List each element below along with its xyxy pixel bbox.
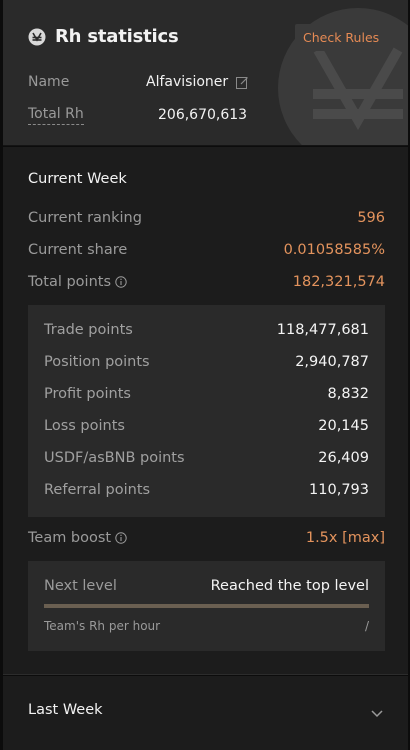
current-ranking-label: Current ranking <box>28 210 142 226</box>
total-points-label: Total points <box>28 274 112 290</box>
list-item: Position points 2,940,787 <box>44 354 369 370</box>
loss-points-label: Loss points <box>44 418 125 434</box>
chevron-down-icon[interactable] <box>370 706 384 720</box>
loss-points-value: 20,145 <box>318 418 369 434</box>
referral-points-value: 110,793 <box>309 482 369 498</box>
info-icon[interactable] <box>115 532 127 544</box>
header: Rh statistics Check Rules Name Alfavisio… <box>3 0 408 146</box>
last-week-label: Last Week <box>28 702 103 718</box>
list-item: Trade points 118,477,681 <box>44 322 369 338</box>
total-points-row: Total points 182,321,574 <box>28 274 385 290</box>
aster-logo-icon <box>28 28 46 45</box>
current-share-value: 0.01058585% <box>283 242 385 258</box>
team-boost-label: Team boost <box>28 530 112 546</box>
list-item: USDF/asBNB points 26,409 <box>44 450 369 466</box>
next-level-value: Reached the top level <box>210 578 369 594</box>
level-progress-bar <box>44 604 369 608</box>
current-week-title: Current Week <box>28 171 127 187</box>
total-points-label-wrap: Total points <box>28 274 127 290</box>
next-level-label: Next level <box>44 578 117 594</box>
team-boost-value: 1.5x [max] <box>305 530 385 546</box>
total-points-value: 182,321,574 <box>292 274 385 290</box>
position-points-label: Position points <box>44 354 150 370</box>
next-level-row: Next level Reached the top level <box>44 578 369 594</box>
rh-statistics-panel: Rh statistics Check Rules Name Alfavisio… <box>3 0 408 750</box>
current-share-label: Current share <box>28 242 128 258</box>
title-row: Rh statistics <box>28 26 179 47</box>
points-breakdown: Trade points 118,477,681 Position points… <box>28 305 385 517</box>
edit-icon[interactable] <box>236 76 249 89</box>
list-item: Referral points 110,793 <box>44 482 369 498</box>
last-week-section[interactable]: Last Week <box>3 676 408 750</box>
total-rh-label[interactable]: Total Rh <box>28 106 84 125</box>
referral-points-label: Referral points <box>44 482 151 498</box>
trade-points-label: Trade points <box>44 322 133 338</box>
team-boost-row: Team boost 1.5x [max] <box>28 530 385 546</box>
trade-points-value: 118,477,681 <box>276 322 369 338</box>
team-rh-value: / <box>364 619 369 633</box>
usdf-points-label: USDF/asBNB points <box>44 450 185 466</box>
list-item: Profit points 8,832 <box>44 386 369 402</box>
name-value-row: Alfavisioner <box>146 74 249 90</box>
level-box: Next level Reached the top level Team's … <box>28 561 385 651</box>
check-rules-button[interactable]: Check Rules <box>295 24 388 51</box>
position-points-value: 2,940,787 <box>295 354 369 370</box>
current-week-section: Current Week Current ranking 596 Current… <box>3 147 408 675</box>
name-value: Alfavisioner <box>146 74 229 90</box>
team-boost-label-wrap: Team boost <box>28 530 127 546</box>
total-rh-value: 206,670,613 <box>158 107 248 123</box>
name-label: Name <box>28 74 70 90</box>
profit-points-label: Profit points <box>44 386 131 402</box>
team-rh-label: Team's Rh per hour <box>44 619 161 633</box>
current-ranking-row: Current ranking 596 <box>28 210 385 226</box>
current-ranking-value: 596 <box>357 210 385 226</box>
current-share-row: Current share 0.01058585% <box>28 242 385 258</box>
info-icon[interactable] <box>115 276 127 288</box>
profit-points-value: 8,832 <box>327 386 369 402</box>
usdf-points-value: 26,409 <box>318 450 369 466</box>
list-item: Loss points 20,145 <box>44 418 369 434</box>
page-title: Rh statistics <box>55 26 179 47</box>
level-progress-fill <box>44 604 369 608</box>
team-rh-row: Team's Rh per hour / <box>44 619 369 633</box>
